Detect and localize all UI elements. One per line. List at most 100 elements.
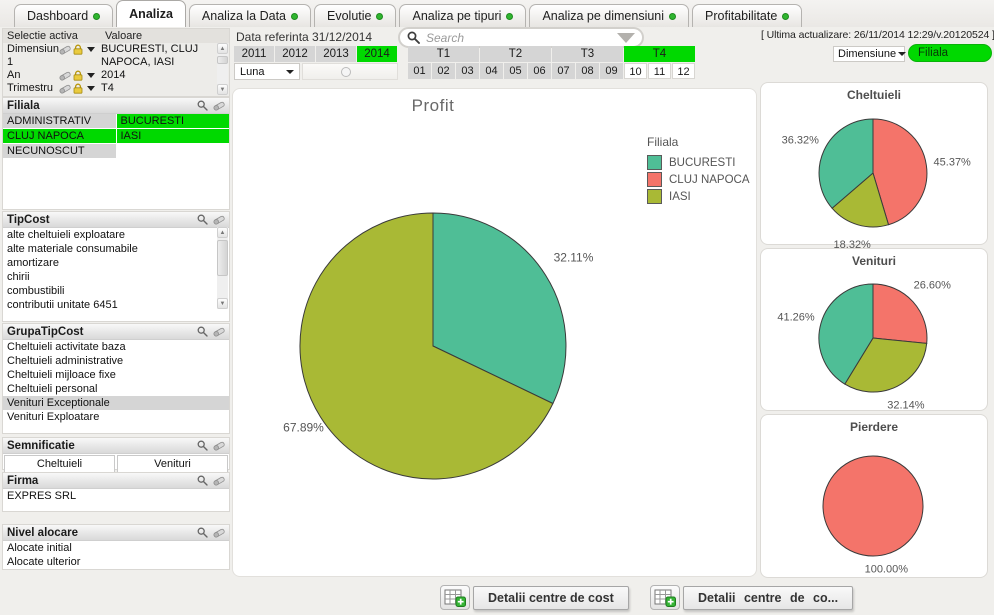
quarter-t2[interactable]: T2 bbox=[480, 46, 551, 62]
vertical-scrollbar[interactable]: ▲▼ bbox=[217, 227, 228, 309]
month-04[interactable]: 04 bbox=[480, 63, 503, 79]
clear-icon[interactable] bbox=[213, 101, 225, 111]
radio-circle-icon[interactable] bbox=[341, 67, 351, 77]
quarter-t4[interactable]: T4 bbox=[624, 46, 695, 62]
search-icon[interactable] bbox=[197, 100, 208, 111]
search-box[interactable] bbox=[398, 27, 644, 48]
search-icon[interactable] bbox=[197, 475, 208, 486]
chevron-down-icon[interactable] bbox=[87, 86, 95, 91]
month-03[interactable]: 03 bbox=[456, 63, 479, 79]
filter-item-venituri[interactable]: Venituri bbox=[117, 455, 228, 473]
tab-label: Analiza pe tipuri bbox=[412, 9, 501, 23]
year-2011[interactable]: 2011 bbox=[234, 46, 274, 62]
clear-icon[interactable] bbox=[213, 441, 225, 451]
month-12[interactable]: 12 bbox=[672, 63, 695, 79]
month-01[interactable]: 01 bbox=[408, 63, 431, 79]
month-08[interactable]: 08 bbox=[576, 63, 599, 79]
tab-evolutie[interactable]: Evolutie bbox=[314, 4, 396, 27]
filter-item-cheltuieli-administrative[interactable]: Cheltuieli administrative bbox=[3, 354, 229, 368]
panel-header[interactable]: Filiala bbox=[3, 98, 229, 114]
tab-analiza-la-data[interactable]: Analiza la Data bbox=[189, 4, 311, 27]
search-icon[interactable] bbox=[197, 527, 208, 538]
luna-dropdown[interactable]: Luna bbox=[234, 63, 300, 80]
month-06[interactable]: 06 bbox=[528, 63, 551, 79]
filter-item-cheltuieli-mijloace-fixe[interactable]: Cheltuieli mijloace fixe bbox=[3, 368, 229, 382]
filter-item-cheltuieli-personal[interactable]: Cheltuieli personal bbox=[3, 382, 229, 396]
scroll-down-button[interactable]: ▼ bbox=[217, 84, 228, 95]
lock-icon[interactable] bbox=[73, 44, 83, 55]
scrollbar-track[interactable] bbox=[217, 54, 228, 84]
filter-item-alocate-initial[interactable]: Alocate initial bbox=[3, 541, 229, 555]
filter-cells: CheltuieliVenituri bbox=[3, 454, 229, 474]
pie-slice-cluj-napoca[interactable] bbox=[823, 456, 923, 556]
clear-icon[interactable] bbox=[213, 215, 225, 225]
filter-item-administrativ[interactable]: ADMINISTRATIV bbox=[3, 114, 116, 128]
selections-scrollbar[interactable]: ▲ ▼ bbox=[217, 43, 228, 95]
pie-slice-cluj-napoca[interactable] bbox=[873, 284, 927, 343]
quarter-t3[interactable]: T3 bbox=[552, 46, 623, 62]
scroll-up-button[interactable]: ▲ bbox=[217, 227, 228, 238]
filter-item-cheltuieli-activitate-baza[interactable]: Cheltuieli activitate baza bbox=[3, 340, 229, 354]
filter-item-alocate-ulterior[interactable]: Alocate ulterior bbox=[3, 555, 229, 569]
tab-profitabilitate[interactable]: Profitabilitate bbox=[692, 4, 802, 27]
filter-item-cluj-napoca[interactable]: CLUJ NAPOCA bbox=[3, 129, 116, 143]
year-2014[interactable]: 2014 bbox=[357, 46, 397, 62]
panel-header[interactable]: Nivel alocare bbox=[3, 525, 229, 541]
filter-item-amortizare[interactable]: amortizare bbox=[3, 256, 229, 270]
dimensiune-value-pill[interactable]: Filiala bbox=[908, 44, 992, 62]
year-2013[interactable]: 2013 bbox=[316, 46, 356, 62]
panel-header[interactable]: GrupaTipCost bbox=[3, 324, 229, 340]
search-dropdown-icon[interactable] bbox=[617, 33, 635, 43]
detalii-centre-cost-button-1[interactable]: Detalii centre de cost bbox=[440, 585, 629, 610]
search-icon[interactable] bbox=[197, 440, 208, 451]
scrollbar-thumb[interactable] bbox=[217, 56, 228, 64]
month-10[interactable]: 10 bbox=[624, 63, 647, 79]
chevron-down-icon[interactable] bbox=[87, 73, 95, 78]
search-input[interactable] bbox=[424, 30, 617, 46]
filter-item-combustibili[interactable]: combustibili bbox=[3, 284, 229, 298]
filter-item-cheltuieli[interactable]: Cheltuieli bbox=[4, 455, 115, 473]
filter-item-contributii-unitate-6451[interactable]: contributii unitate 6451 bbox=[3, 298, 229, 312]
filter-item-expres-srl[interactable]: EXPRES SRL bbox=[3, 489, 229, 503]
dimensiune-dropdown[interactable]: Dimensiune bbox=[833, 46, 905, 62]
clear-icon[interactable] bbox=[213, 327, 225, 337]
month-05[interactable]: 05 bbox=[504, 63, 527, 79]
filter-item-bucuresti[interactable]: BUCURESTI bbox=[117, 114, 230, 128]
detalii-centre-cost-button-2[interactable]: Detalii centre de co... bbox=[650, 585, 853, 610]
luna-aux-box[interactable] bbox=[302, 63, 398, 80]
clear-icon[interactable] bbox=[213, 476, 225, 486]
lock-icon[interactable] bbox=[73, 83, 83, 94]
search-icon[interactable] bbox=[197, 214, 208, 225]
filter-item-venituri-exploatare[interactable]: Venituri Exploatare bbox=[3, 410, 229, 424]
tab-analiza-pe-dimensiuni[interactable]: Analiza pe dimensiuni bbox=[529, 4, 689, 27]
tab-dashboard[interactable]: Dashboard bbox=[14, 4, 113, 27]
filter-item-iasi[interactable]: IASI bbox=[117, 129, 230, 143]
scroll-down-button[interactable]: ▼ bbox=[217, 298, 228, 309]
search-icon[interactable] bbox=[197, 326, 208, 337]
filter-item-alte-cheltuieli-exploatare[interactable]: alte cheltuieli exploatare bbox=[3, 228, 229, 242]
clear-icon[interactable] bbox=[59, 84, 71, 94]
tab-analiza[interactable]: Analiza bbox=[116, 0, 186, 27]
clear-icon[interactable] bbox=[213, 528, 225, 538]
filter-item-chirii[interactable]: chirii bbox=[3, 270, 229, 284]
month-11[interactable]: 11 bbox=[648, 63, 671, 79]
filter-item-alte-materiale-consumabile[interactable]: alte materiale consumabile bbox=[3, 242, 229, 256]
lock-icon[interactable] bbox=[73, 70, 83, 81]
scrollbar-track[interactable] bbox=[217, 238, 228, 298]
scroll-up-button[interactable]: ▲ bbox=[217, 43, 228, 54]
quarter-t1[interactable]: T1 bbox=[408, 46, 479, 62]
filter-item-venituri-exceptionale[interactable]: Venituri Exceptionale bbox=[3, 396, 229, 410]
month-02[interactable]: 02 bbox=[432, 63, 455, 79]
scrollbar-thumb[interactable] bbox=[217, 240, 228, 276]
clear-icon[interactable] bbox=[59, 45, 71, 55]
month-07[interactable]: 07 bbox=[552, 63, 575, 79]
filter-item-necunoscut[interactable]: NECUNOSCUT bbox=[3, 144, 116, 158]
tab-analiza-pe-tipuri[interactable]: Analiza pe tipuri bbox=[399, 4, 526, 27]
clear-icon[interactable] bbox=[59, 71, 71, 81]
year-2012[interactable]: 2012 bbox=[275, 46, 315, 62]
month-09[interactable]: 09 bbox=[600, 63, 623, 79]
panel-header[interactable]: Firma bbox=[3, 473, 229, 489]
panel-header[interactable]: TipCost bbox=[3, 212, 229, 228]
chevron-down-icon[interactable] bbox=[87, 47, 95, 52]
panel-header[interactable]: Semnificatie bbox=[3, 438, 229, 454]
